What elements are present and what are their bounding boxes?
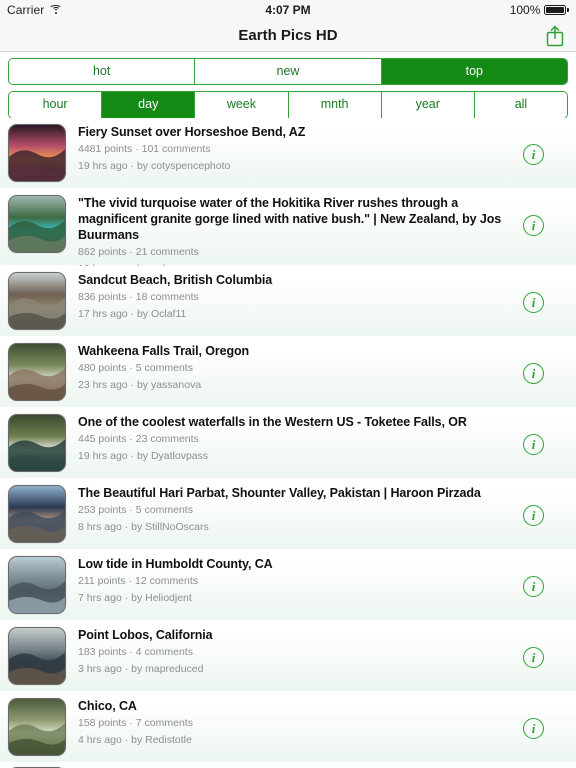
post-thumbnail[interactable] [8,343,66,401]
status-bar-time: 4:07 PM [265,3,311,17]
post-byline: 23 hrs ago · by yassanova [78,378,202,391]
info-icon[interactable]: i [523,292,544,313]
post-title: One of the coolest waterfalls in the Wes… [78,415,467,429]
post-row[interactable]: Low tide in Humboldt County, CA 211 point… [0,550,576,621]
info-icon-glyph: i [531,366,536,381]
info-icon-glyph: i [531,295,536,310]
post-thumbnail[interactable] [8,414,66,472]
post-byline: 19 hrs ago · by Dyatlovpass [78,449,209,462]
post-stats: 862 points · 21 comments [78,246,199,259]
post-row[interactable]: One of the coolest waterfalls in the Wes… [0,408,576,479]
post-list[interactable]: Fiery Sunset over Horseshoe Bend, AZ 4481… [0,118,576,768]
post-body: Fiery Sunset over Horseshoe Bend, AZ 4481… [66,124,568,174]
post-row[interactable]: The Beautiful Hari Parbat, Shounter Vall… [0,479,576,550]
post-stats: 4481 points · 101 comments [78,143,211,156]
info-icon[interactable]: i [523,718,544,739]
post-stats: 445 points · 23 comments [78,433,199,446]
post-row[interactable]: Sandcut Beach, British Columbia 836 point… [0,266,576,337]
post-title: "The vivid turquoise water of the Hokiti… [78,196,502,242]
info-icon-glyph: i [531,650,536,665]
post-row[interactable]: Wahkeena Falls Trail, Oregon 480 points ·… [0,337,576,408]
post-title: Wahkeena Falls Trail, Oregon [78,344,250,358]
post-byline: 7 hrs ago · by Heliodjent [78,591,192,604]
post-row[interactable]: Point Lobos, California 183 points · 4 co… [0,621,576,692]
post-thumbnail[interactable] [8,698,66,756]
post-thumbnail[interactable] [8,195,66,253]
post-row[interactable]: "The vivid turquoise water of the Hokiti… [0,189,576,275]
post-thumbnail[interactable] [8,627,66,685]
post-body: Chico, CA 158 points · 7 comments 4 hrs ag… [66,698,568,748]
sort-segment-hot[interactable]: hot [9,59,196,85]
post-stats: 211 points · 12 comments [78,575,199,588]
post-title: The Beautiful Hari Parbat, Shounter Vall… [78,486,481,500]
time-segment-day[interactable]: day [102,92,196,118]
post-title: Chico, CA [78,699,137,713]
info-icon[interactable]: i [523,363,544,384]
post-byline: 19 hrs ago · by cotyspencephoto [78,159,231,172]
info-icon[interactable]: i [523,434,544,455]
post-thumbnail[interactable] [8,556,66,614]
post-body: Point Lobos, California 183 points · 4 co… [66,627,568,677]
info-icon[interactable]: i [523,505,544,526]
post-stats: 253 points · 5 comments [78,504,193,517]
info-icon-glyph: i [531,218,536,233]
post-stats: 480 points · 5 comments [78,362,193,375]
info-icon[interactable]: i [523,144,544,165]
post-title: Fiery Sunset over Horseshoe Bend, AZ [78,125,306,139]
post-body: "The vivid turquoise water of the Hokiti… [66,195,568,276]
app-root: Carrier 4:07 PM 100% Earth Pics HD hot ne… [0,0,576,768]
post-thumbnail[interactable] [8,485,66,543]
time-segment-year[interactable]: year [381,92,475,118]
time-segment-week[interactable]: week [195,92,289,118]
time-segment-mnth[interactable]: mnth [288,92,382,118]
post-byline: 4 hrs ago · by Redistotle [78,733,192,746]
post-row[interactable]: Fiery Sunset over Horseshoe Bend, AZ 4481… [0,118,576,189]
post-body: One of the coolest waterfalls in the Wes… [66,414,568,464]
post-thumbnail[interactable] [8,124,66,182]
sort-segmented-control[interactable]: hot new top [8,58,568,86]
sort-segment-new[interactable]: new [195,59,382,85]
info-icon[interactable]: i [523,576,544,597]
info-icon-glyph: i [531,579,536,594]
post-row[interactable]: Chico, CA 158 points · 7 comments 4 hrs ag… [0,692,576,763]
sort-segment-top[interactable]: top [381,59,567,85]
post-body: Sandcut Beach, British Columbia 836 point… [66,272,568,322]
post-thumbnail[interactable] [8,272,66,330]
post-body: Low tide in Humboldt County, CA 211 point… [66,556,568,606]
time-segment-all[interactable]: all [474,92,567,118]
status-bar: Carrier 4:07 PM 100% [0,0,576,20]
post-stats: 158 points · 7 comments [78,717,193,730]
navigation-bar: Earth Pics HD [0,20,576,52]
info-icon[interactable]: i [523,647,544,668]
post-byline: 8 hrs ago · by StillNoOscars [78,520,209,533]
post-title: Sandcut Beach, British Columbia [78,273,273,287]
post-body: The Beautiful Hari Parbat, Shounter Vall… [66,485,568,535]
time-segmented-control[interactable]: hour day week mnth year all [8,91,568,119]
info-icon-glyph: i [531,147,536,162]
post-row[interactable] [0,763,576,768]
info-icon-glyph: i [531,437,536,452]
time-segment-hour[interactable]: hour [9,92,103,118]
post-byline: 17 hrs ago · by Oclaf11 [78,307,187,320]
post-byline: 3 hrs ago · by mapreduced [78,662,204,675]
post-stats: 183 points · 4 comments [78,646,193,659]
info-icon-glyph: i [531,508,536,523]
post-title: Point Lobos, California [78,628,213,642]
post-body: Wahkeena Falls Trail, Oregon 480 points ·… [66,343,568,393]
share-icon[interactable] [544,24,566,48]
filter-controls: hot new top hour day week mnth year all [0,52,576,119]
info-icon-glyph: i [531,721,536,736]
page-title: Earth Pics HD [238,27,338,44]
post-stats: 836 points · 18 comments [78,291,199,304]
info-icon[interactable]: i [523,215,544,236]
post-title: Low tide in Humboldt County, CA [78,557,273,571]
